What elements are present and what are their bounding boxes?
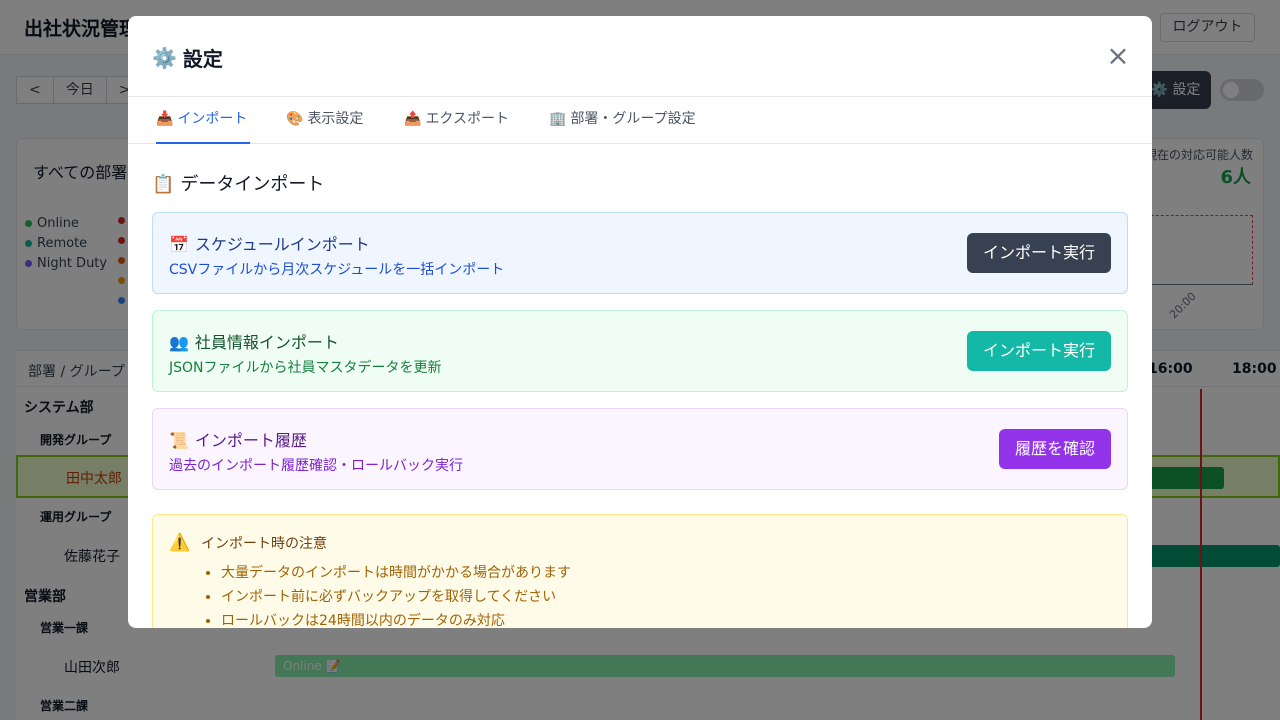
tab-departments[interactable]: 🏢 部署・グループ設定 [549, 97, 696, 144]
card-title-text: スケジュールインポート [194, 235, 370, 254]
settings-tabs: 📥 インポート 🎨 表示設定 📤 エクスポート 🏢 部署・グループ設定 [128, 97, 1152, 144]
warning-icon: ⚠️ [169, 533, 191, 553]
tab-label: インポート [177, 111, 248, 127]
employee-import-button[interactable]: インポート実行 [967, 331, 1111, 371]
card-title-text: 社員情報インポート [194, 333, 339, 352]
scroll-icon: 📜 [169, 431, 189, 450]
schedule-import-card: 📅 スケジュールインポート CSVファイルから月次スケジュールを一括インポート イ… [152, 212, 1128, 294]
close-button[interactable]: × [1106, 42, 1130, 70]
card-title: 📜 インポート履歴 [169, 427, 307, 451]
card-description: CSVファイルから月次スケジュールを一括インポート [169, 262, 505, 278]
tab-import[interactable]: 📥 インポート [156, 97, 250, 144]
import-warning: ⚠️ インポート時の注意 大量データのインポートは時間がかかる場合があります イ… [152, 514, 1128, 628]
card-title: 👥 社員情報インポート [169, 329, 339, 353]
warning-list: 大量データのインポートは時間がかかる場合があります インポート前に必ずバックアッ… [221, 561, 571, 628]
warning-title: インポート時の注意 [201, 536, 327, 552]
modal-title-text: 設定 [182, 47, 223, 71]
tab-label: エクスポート [425, 111, 510, 127]
section-title: 📋 データインポート [152, 170, 324, 196]
tab-label: 表示設定 [307, 111, 364, 127]
employee-import-card: 👥 社員情報インポート JSONファイルから社員マスタデータを更新 インポート実行 [152, 310, 1128, 392]
tab-label: 部署・グループ設定 [570, 111, 696, 127]
import-history-card: 📜 インポート履歴 過去のインポート履歴確認・ロールバック実行 履歴を確認 [152, 408, 1128, 490]
clipboard-icon: 📋 [152, 174, 175, 195]
office-building-icon: 🏢 [549, 111, 567, 127]
card-title: 📅 スケジュールインポート [169, 231, 370, 255]
warning-item: ロールバックは24時間以内のデータのみ対応 [221, 609, 571, 628]
view-history-button[interactable]: 履歴を確認 [999, 429, 1111, 469]
modal-title: ⚙️ 設定 [152, 43, 223, 72]
calendar-icon: 📅 [169, 235, 189, 254]
modal-header: ⚙️ 設定 × [128, 16, 1152, 97]
outbox-icon: 📤 [404, 111, 422, 127]
warning-item: 大量データのインポートは時間がかかる場合があります [221, 561, 571, 585]
inbox-icon: 📥 [156, 111, 174, 127]
people-icon: 👥 [169, 333, 189, 352]
settings-modal: ⚙️ 設定 × 📥 インポート 🎨 表示設定 📤 エクスポート 🏢 部署・グループ設定 … [128, 16, 1152, 628]
schedule-import-button[interactable]: インポート実行 [967, 233, 1111, 273]
gear-icon: ⚙️ [152, 45, 177, 70]
section-title-text: データインポート [180, 174, 325, 195]
tab-display[interactable]: 🎨 表示設定 [286, 97, 363, 144]
card-description: JSONファイルから社員マスタデータを更新 [169, 360, 442, 376]
tab-export[interactable]: 📤 エクスポート [404, 97, 509, 144]
palette-icon: 🎨 [286, 111, 304, 127]
card-title-text: インポート履歴 [194, 431, 307, 450]
card-description: 過去のインポート履歴確認・ロールバック実行 [169, 458, 463, 474]
warning-item: インポート前に必ずバックアップを取得してください [221, 585, 571, 609]
